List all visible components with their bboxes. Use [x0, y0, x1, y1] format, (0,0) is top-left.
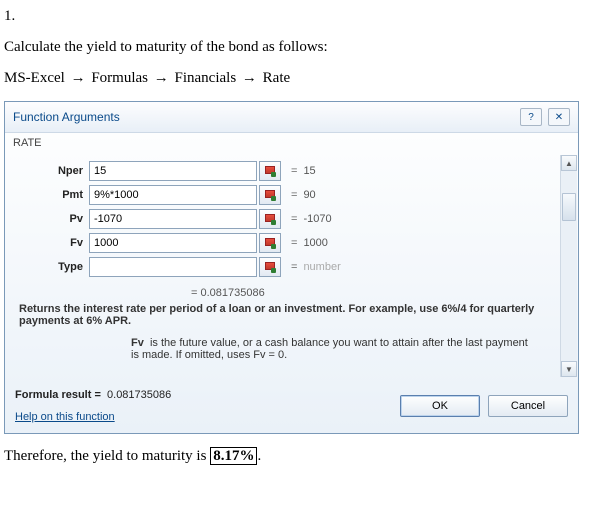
help-link[interactable]: Help on this function [15, 411, 171, 423]
breadcrumb: MS-Excel → Formulas → Financials → Rate [4, 70, 588, 87]
scroll-track[interactable] [561, 171, 577, 361]
arrow-icon: → [71, 70, 86, 86]
arg-input-pmt[interactable] [89, 185, 257, 205]
range-selector-button[interactable] [259, 257, 281, 277]
arg-row-nper: Nper = 15 [25, 161, 550, 181]
range-selector-button[interactable] [259, 233, 281, 253]
arg-result: -1070 [303, 213, 331, 225]
conclusion: Therefore, the yield to maturity is 8.17… [4, 448, 588, 465]
arg-input-nper[interactable] [89, 161, 257, 181]
crumb: Rate [263, 70, 291, 86]
arg-label: Type [25, 261, 89, 273]
overall-result: = 0.081735086 [11, 285, 554, 301]
arg-label: Nper [25, 165, 89, 177]
arrow-icon: → [154, 70, 169, 86]
close-button[interactable]: ✕ [548, 108, 570, 126]
formula-result: Formula result = 0.081735086 [15, 389, 171, 401]
arg-result: 1000 [303, 237, 327, 249]
conclusion-prefix: Therefore, the yield to maturity is [4, 448, 210, 464]
function-arguments-dialog: Function Arguments ? ✕ RATE Nper = 15 Pm… [4, 101, 579, 434]
range-selector-button[interactable] [259, 161, 281, 181]
arg-input-pv[interactable] [89, 209, 257, 229]
range-selector-icon [264, 261, 276, 273]
range-selector-icon [264, 165, 276, 177]
function-description: Returns the interest rate per period of … [11, 301, 554, 333]
ok-button[interactable]: OK [400, 395, 480, 417]
arg-result: 15 [303, 165, 315, 177]
arg-row-type: Type = number [25, 257, 550, 277]
range-selector-button[interactable] [259, 209, 281, 229]
arg-label: Pv [25, 213, 89, 225]
formula-result-label: Formula result = [15, 389, 101, 401]
formula-result-value: 0.081735086 [107, 389, 171, 401]
range-selector-icon [264, 213, 276, 225]
arg-row-pmt: Pmt = 90 [25, 185, 550, 205]
arg-label: Fv [25, 237, 89, 249]
arg-result: number [303, 261, 340, 273]
question-instruction: Calculate the yield to maturity of the b… [4, 39, 588, 56]
crumb: Formulas [91, 70, 148, 86]
conclusion-value: 8.17% [210, 447, 257, 465]
help-button[interactable]: ? [520, 108, 542, 126]
arg-input-fv[interactable] [89, 233, 257, 253]
dialog-titlebar: Function Arguments ? ✕ [5, 102, 578, 133]
range-selector-button[interactable] [259, 185, 281, 205]
cancel-button[interactable]: Cancel [488, 395, 568, 417]
arg-result: 90 [303, 189, 315, 201]
arg-row-pv: Pv = -1070 [25, 209, 550, 229]
equals-icon: = [291, 213, 297, 225]
range-selector-icon [264, 237, 276, 249]
equals-icon: = [291, 261, 297, 273]
scroll-thumb[interactable] [562, 193, 576, 221]
arg-row-fv: Fv = 1000 [25, 233, 550, 253]
arg-input-type[interactable] [89, 257, 257, 277]
arguments-list: Nper = 15 Pmt = 90 Pv = [11, 157, 554, 285]
equals-icon: = [291, 237, 297, 249]
crumb: MS-Excel [4, 70, 65, 86]
crumb: Financials [175, 70, 237, 86]
function-name: RATE [5, 133, 578, 151]
arrow-icon: → [242, 70, 257, 86]
range-selector-icon [264, 189, 276, 201]
conclusion-suffix: . [257, 448, 261, 464]
vertical-scrollbar[interactable]: ▲ ▼ [560, 155, 577, 377]
argument-help: Fv is the future value, or a cash balanc… [11, 333, 554, 371]
equals-icon: = [291, 165, 297, 177]
scroll-up-button[interactable]: ▲ [561, 155, 577, 171]
scroll-down-button[interactable]: ▼ [561, 361, 577, 377]
arg-help-text: is the future value, or a cash balance y… [131, 337, 528, 361]
equals-icon: = [291, 189, 297, 201]
arg-label: Pmt [25, 189, 89, 201]
arg-help-label: Fv [131, 337, 144, 349]
dialog-title-text: Function Arguments [13, 110, 120, 124]
question-number: 1. [4, 8, 588, 25]
